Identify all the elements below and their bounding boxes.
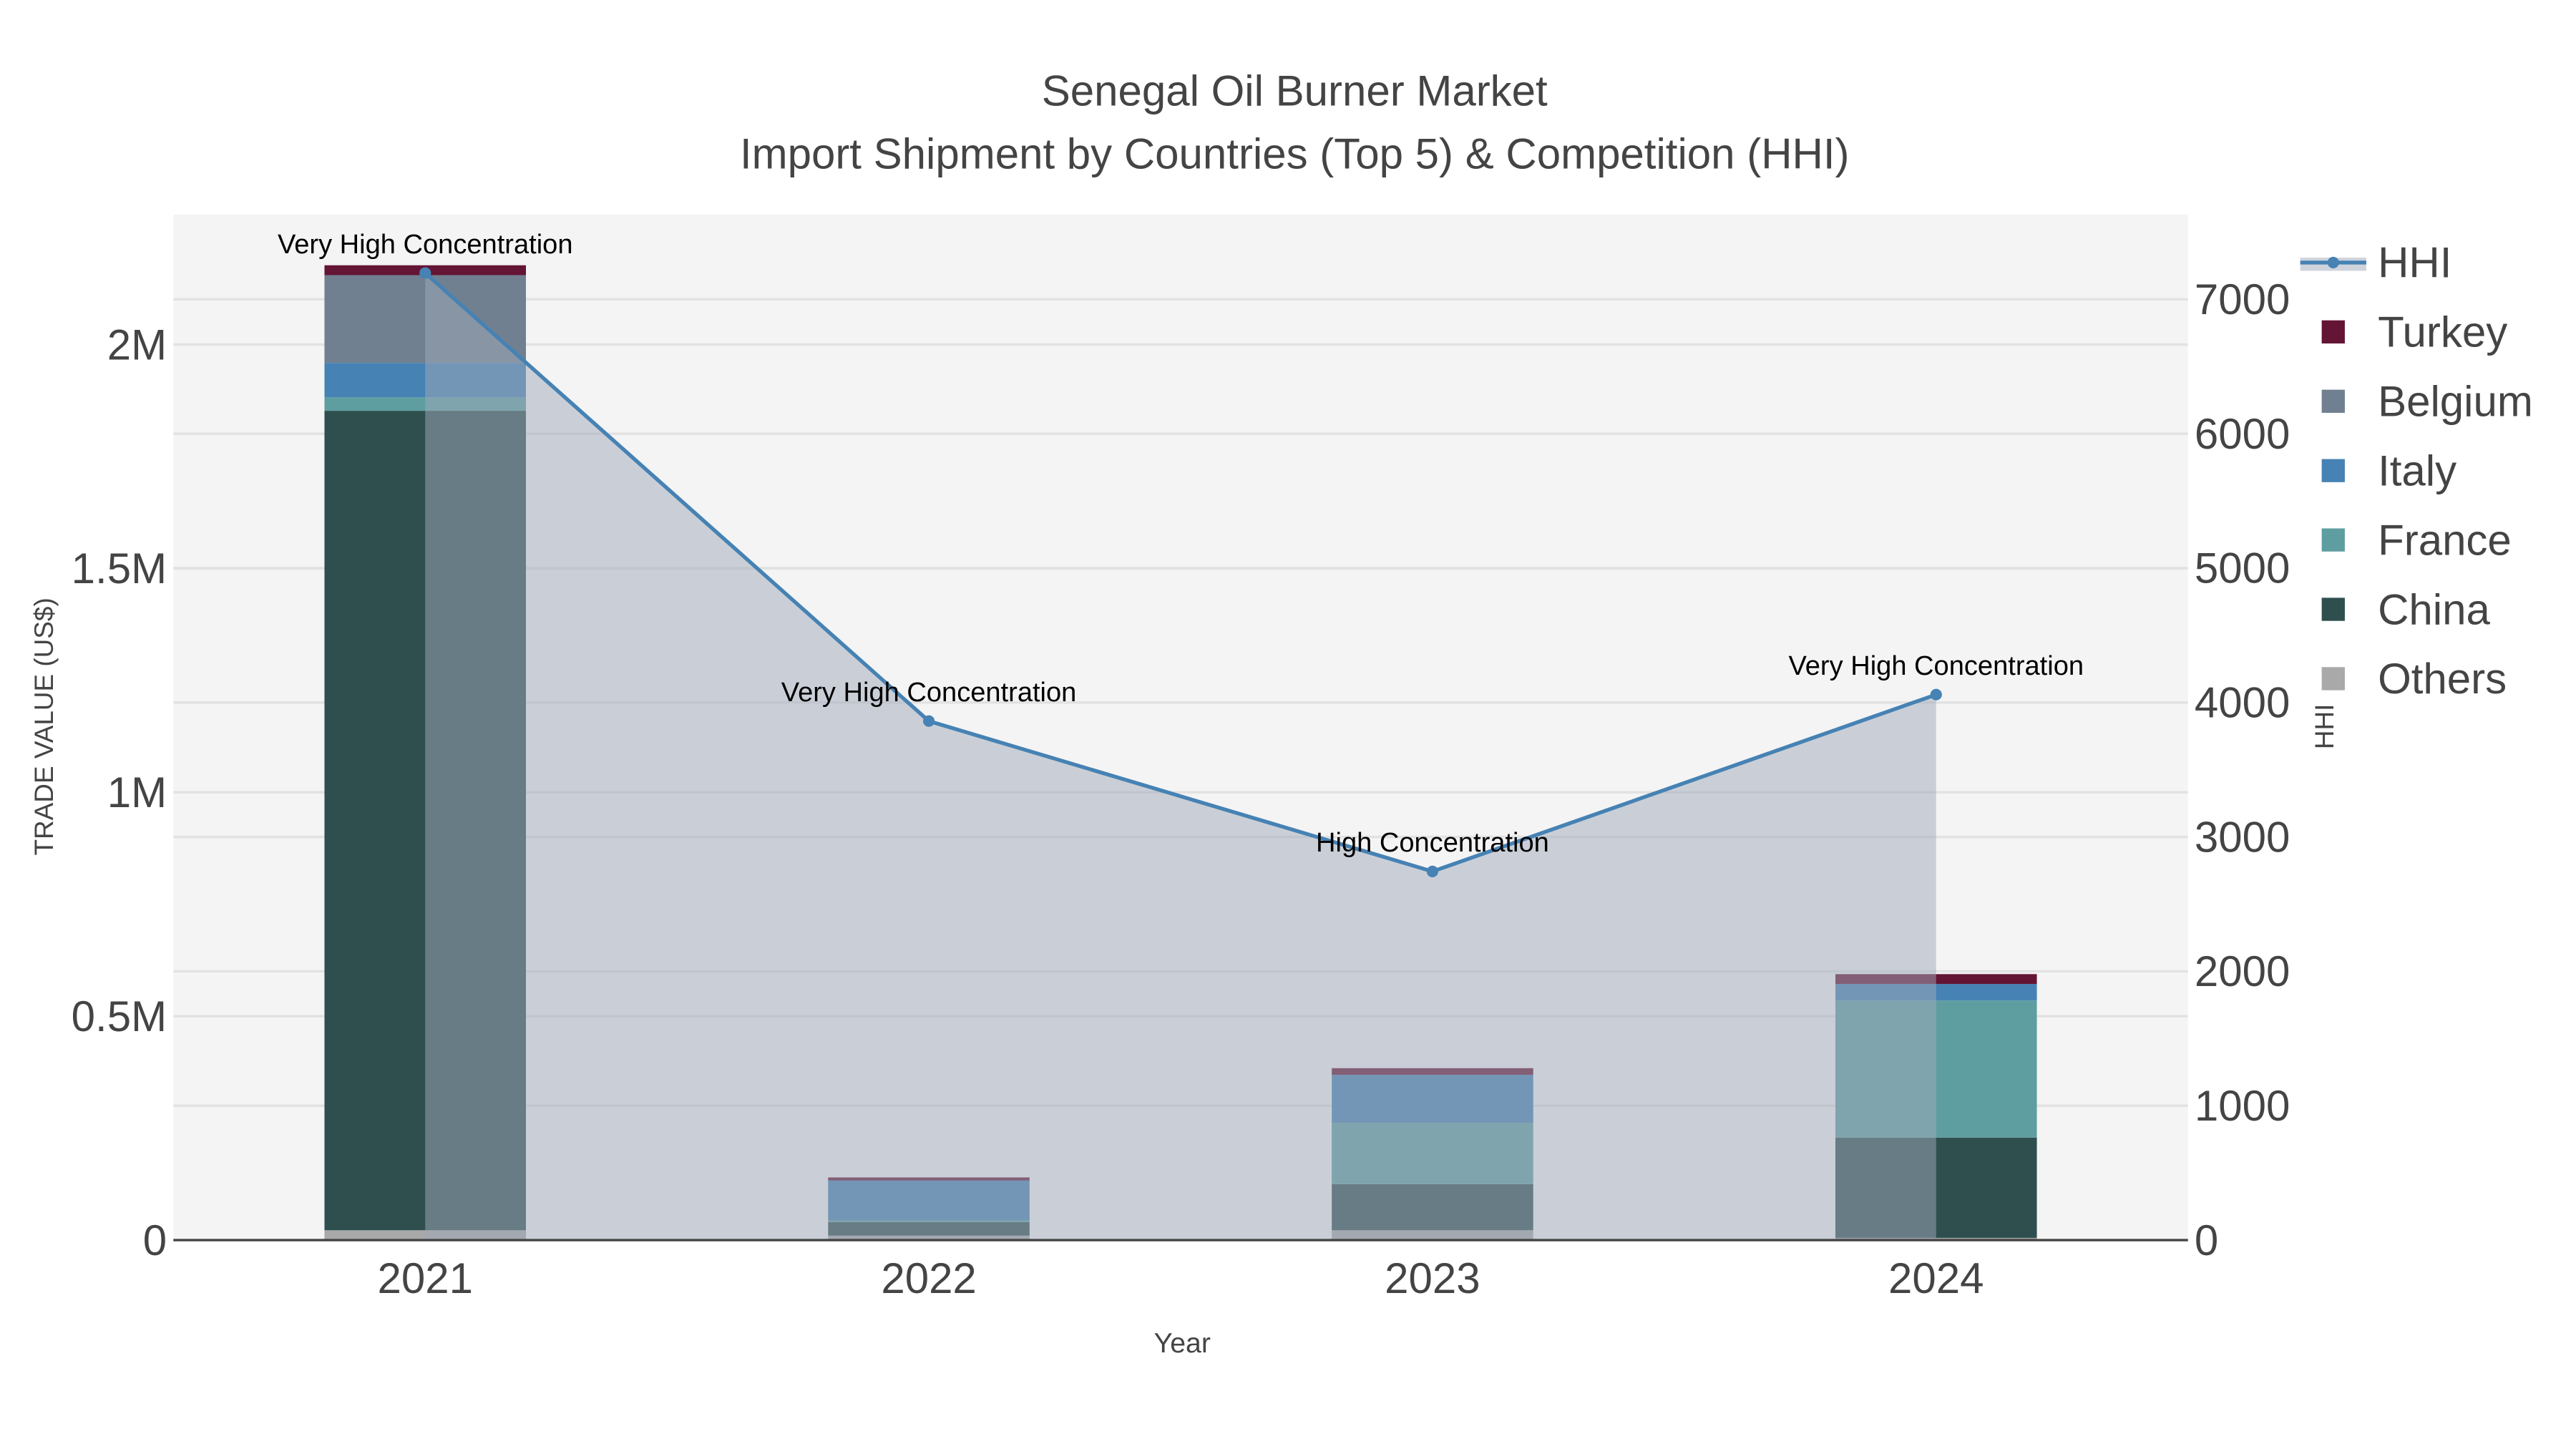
chart-title: Senegal Oil Burner Market [1042,67,1548,115]
legend-marker [2327,256,2339,268]
y-axis-label: TRADE VALUE (US$) [29,597,59,855]
legend-label: China [2378,585,2490,633]
y2-tick-label: 1000 [2195,1082,2290,1130]
y-tick-label: 2M [107,321,167,369]
y-tick-label: 0.5M [72,992,167,1040]
x-tick-label: 2023 [1385,1254,1480,1302]
legend-item-belgium[interactable]: Belgium [2321,378,2533,426]
hhi-point[interactable] [1930,688,1942,701]
hhi-point[interactable] [1426,865,1438,877]
legend-item-others[interactable]: Others [2321,655,2507,703]
y-tick-label: 0 [143,1216,167,1264]
y2-tick-label: 4000 [2195,679,2290,727]
legend-label: France [2378,516,2512,564]
legend-swatch [2321,597,2345,621]
hhi-annotation: Very High Concentration [1788,651,2084,681]
legend-label: Italy [2378,447,2457,494]
y2-tick-label: 0 [2195,1216,2218,1264]
y2-tick-label: 2000 [2195,947,2290,995]
legend-item-turkey[interactable]: Turkey [2321,308,2508,356]
chart-subtitle: Import Shipment by Countries (Top 5) & C… [740,130,1850,177]
y2-tick-label: 3000 [2195,813,2290,861]
hhi-annotation: Very High Concentration [781,678,1077,708]
y2-tick-label: 5000 [2195,545,2290,592]
hhi-annotation: Very High Concentration [278,230,573,260]
legend-label: Turkey [2378,308,2507,356]
legend-swatch [2321,459,2345,482]
legend-label: HHI [2378,239,2451,287]
y2-tick-label: 6000 [2195,410,2290,458]
legend-swatch [2321,667,2345,691]
y2-tick-label: 7000 [2195,275,2290,323]
legend-swatch [2321,320,2345,343]
y-tick-label: 1M [107,769,167,816]
x-tick-label: 2022 [881,1254,976,1302]
legend-label: Others [2378,655,2507,703]
y-tick-label: 1.5M [72,545,167,592]
x-tick-label: 2024 [1888,1254,1984,1302]
hhi-annotation: High Concentration [1316,828,1549,858]
hhi-point[interactable] [923,715,935,727]
x-tick-label: 2021 [377,1254,472,1302]
legend-item-italy[interactable]: Italy [2321,447,2457,494]
chart: Very High Concentration Very High Concent… [29,67,2533,1359]
legend-label: Belgium [2378,378,2533,426]
legend-swatch [2321,528,2345,552]
legend-item-hhi[interactable]: HHI [2300,239,2452,287]
legend-swatch [2321,389,2345,413]
y2-axis-label: HHI [2310,704,2339,750]
hhi-point[interactable] [419,267,431,279]
legend-item-china[interactable]: China [2321,585,2491,633]
legend-item-france[interactable]: France [2321,516,2512,564]
x-axis-label: Year [1154,1327,1211,1359]
